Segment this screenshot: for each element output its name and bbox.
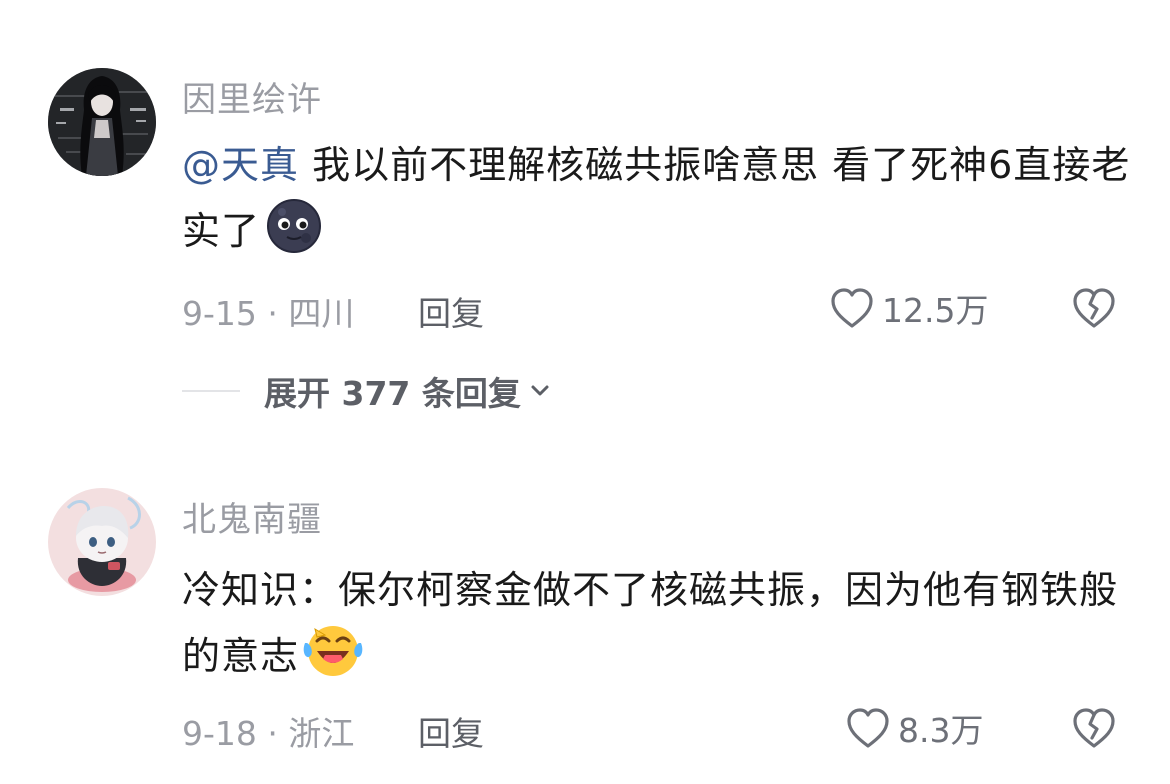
comment-text: @天真 我以前不理解核磁共振啥意思 看了死神6直接老实了: [182, 132, 1132, 274]
comment-item: 北鬼南疆 冷知识：保尔柯察金做不了核磁共振，因为他有钢铁般的意志 9-18 · …: [0, 440, 1170, 784]
broken-heart-icon[interactable]: [1070, 285, 1118, 331]
comment-item: 因里绘许 @天真 我以前不理解核磁共振啥意思 看了死神6直接老实了 9-15 ·…: [0, 0, 1170, 440]
reply-count: 377: [341, 374, 411, 413]
expand-prefix: 展开: [264, 374, 330, 413]
broken-heart-icon[interactable]: [1070, 705, 1118, 751]
like-count: 8.3万: [898, 711, 984, 750]
meta-separator: ·: [256, 714, 289, 753]
username[interactable]: 北鬼南疆: [182, 492, 322, 541]
mention-link[interactable]: @天真: [182, 143, 299, 187]
like-button[interactable]: 12.5万: [828, 283, 988, 333]
divider: [182, 390, 240, 392]
expand-replies-button[interactable]: 展开 377 条回复: [182, 366, 553, 416]
comment-meta-row: 9-15 · 四川 回复 12.5万: [182, 283, 1170, 333]
avatar[interactable]: [48, 488, 156, 596]
comment-text: 冷知识：保尔柯察金做不了核磁共振，因为他有钢铁般的意志: [182, 557, 1132, 699]
expand-suffix: 条回复: [421, 374, 521, 413]
comment-date: 9-15: [182, 294, 257, 333]
moon-face-emoji-icon: [264, 198, 324, 274]
comment-meta: 9-18 · 浙江: [182, 707, 354, 755]
comment-date: 9-18: [182, 714, 257, 753]
avatar[interactable]: [48, 68, 156, 176]
chevron-down-icon: [531, 385, 549, 396]
heart-outline-icon: [847, 708, 889, 748]
meta-separator: ·: [256, 294, 289, 333]
username[interactable]: 因里绘许: [182, 72, 322, 121]
reply-button[interactable]: 回复: [418, 707, 484, 755]
heart-outline-icon: [831, 288, 873, 328]
laughing-tears-emoji-icon: [303, 623, 363, 699]
like-count: 12.5万: [882, 291, 989, 330]
reply-button[interactable]: 回复: [418, 287, 484, 335]
comment-location: 四川: [288, 294, 355, 333]
expand-replies-label: 展开 377 条回复: [264, 367, 521, 415]
like-button[interactable]: 8.3万: [844, 703, 983, 753]
comment-meta: 9-15 · 四川: [182, 287, 354, 335]
comment-meta-row: 9-18 · 浙江 回复 8.3万: [182, 703, 1170, 753]
comment-location: 浙江: [288, 714, 355, 753]
comment-body: 我以前不理解核磁共振啥意思 看了死神6直接老实了: [182, 143, 1131, 253]
